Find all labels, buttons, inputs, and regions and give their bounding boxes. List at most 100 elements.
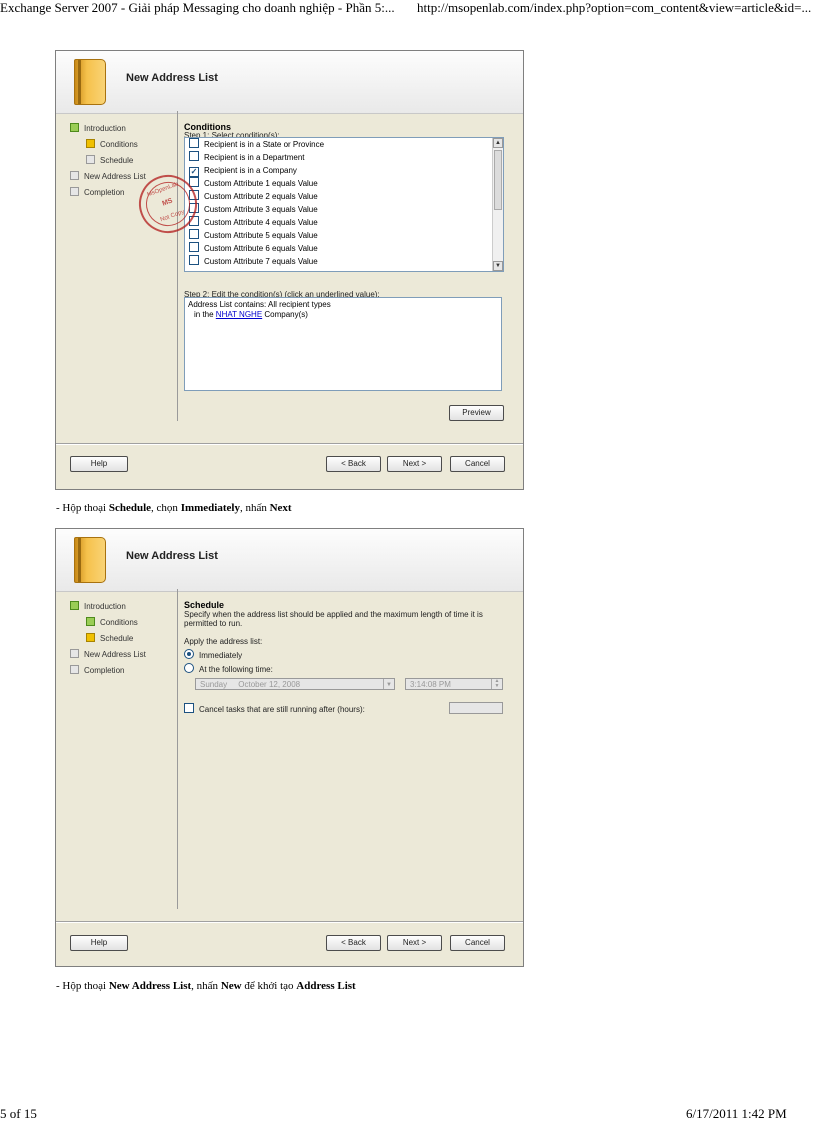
step-current-icon <box>86 633 95 642</box>
caption-bold: Next <box>269 502 292 514</box>
help-button[interactable]: Help <box>70 456 128 472</box>
wizard-dialog-schedule: New Address List Introduction Conditions… <box>55 528 524 967</box>
condition-item[interactable]: Custom Attribute 6 equals Value <box>185 242 503 255</box>
back-button[interactable]: < Back <box>326 935 381 951</box>
caption-bold: New <box>220 980 242 992</box>
step-label: New Address List <box>84 650 146 659</box>
wizard-separator <box>177 589 178 909</box>
edit-text: Company(s) <box>262 310 308 319</box>
condition-item[interactable]: Recipient is in a Department <box>185 151 503 164</box>
condition-list[interactable]: Recipient is in a State or Province Recip… <box>184 137 504 272</box>
step-new-address-list: New Address List <box>70 649 146 659</box>
condition-label: Custom Attribute 5 equals Value <box>204 231 318 240</box>
time-picker[interactable]: 3:14:08 PM ▲ ▼ <box>405 678 503 690</box>
wizard-dialog-conditions: New Address List Introduction Conditions… <box>55 50 524 490</box>
step-label: Completion <box>84 666 125 675</box>
step-pending-icon <box>70 649 79 658</box>
scroll-thumb[interactable] <box>494 150 502 210</box>
cancel-tasks-checkbox[interactable]: Cancel tasks that are still running afte… <box>184 703 365 714</box>
step-label: Introduction <box>84 602 126 611</box>
condition-item[interactable]: Recipient is in a State or Province <box>185 138 503 151</box>
wizard-banner: New Address List <box>56 529 523 592</box>
caption-text: - Hộp thoại <box>56 502 109 514</box>
step-label: Schedule <box>100 156 134 165</box>
wizard-banner: New Address List <box>56 51 523 114</box>
preview-button[interactable]: Preview <box>449 405 504 421</box>
condition-item[interactable]: Custom Attribute 5 equals Value <box>185 229 503 242</box>
condition-item[interactable]: Custom Attribute 1 equals Value <box>185 177 503 190</box>
scroll-up-icon[interactable]: ▲ <box>493 138 503 148</box>
step-completion: Completion <box>70 665 124 675</box>
caption-text: - Hộp thoại <box>56 980 109 992</box>
condition-item[interactable]: ✓ Recipient is in a Company <box>185 164 503 177</box>
step-conditions: Conditions <box>86 617 138 627</box>
section-title: Schedule <box>184 600 225 610</box>
edit-line-2: in the NHAT NGHE Company(s) <box>188 310 498 320</box>
condition-label: Recipient is in a Company <box>204 166 297 175</box>
radio-selected-icon[interactable] <box>184 649 194 659</box>
condition-item[interactable]: Custom Attribute 7 equals Value <box>185 255 503 268</box>
condition-items: Recipient is in a State or Province Recip… <box>185 138 503 268</box>
condition-label: Custom Attribute 4 equals Value <box>204 218 318 227</box>
caption-text: , nhấn <box>239 502 270 514</box>
stamp-text: MS <box>161 197 174 208</box>
step-label: Introduction <box>84 124 126 133</box>
print-timestamp: 6/17/2011 1:42 PM <box>686 1106 787 1121</box>
cancel-button[interactable]: Cancel <box>450 456 505 472</box>
step-complete-icon <box>70 601 79 610</box>
step-completion: Completion <box>70 187 124 197</box>
button-bar-separator <box>56 443 523 445</box>
step-label: Completion <box>84 188 125 197</box>
condition-label: Custom Attribute 6 equals Value <box>204 244 318 253</box>
caption-bold: Immediately <box>180 502 240 514</box>
condition-item[interactable]: Custom Attribute 2 equals Value <box>185 190 503 203</box>
caption-bold: New Address List <box>108 980 192 992</box>
condition-label: Custom Attribute 2 equals Value <box>204 192 318 201</box>
checkbox-label: Cancel tasks that are still running afte… <box>199 705 365 714</box>
condition-label: Recipient is in a State or Province <box>204 140 325 149</box>
back-button[interactable]: < Back <box>326 456 381 472</box>
step-label: Conditions <box>100 140 138 149</box>
time-text: 3:14:08 PM <box>410 680 451 689</box>
condition-list-scrollbar[interactable]: ▲ ▼ <box>492 138 503 271</box>
date-picker[interactable]: Sunday October 12, 2008 ▼ <box>195 678 395 690</box>
checkbox-icon[interactable] <box>189 138 199 148</box>
radio-following-time[interactable]: At the following time: <box>184 663 273 674</box>
cancel-button[interactable]: Cancel <box>450 935 505 951</box>
checkbox-icon[interactable] <box>189 151 199 161</box>
condition-item[interactable]: Custom Attribute 4 equals Value <box>185 216 503 229</box>
spinner-icon[interactable]: ▲ ▼ <box>491 679 502 689</box>
help-button[interactable]: Help <box>70 935 128 951</box>
caption-text: , chọn <box>151 502 181 514</box>
step-pending-icon <box>70 665 79 674</box>
dropdown-arrow-icon[interactable]: ▼ <box>383 679 394 689</box>
checkbox-icon[interactable] <box>189 255 199 265</box>
hours-input[interactable] <box>449 702 503 714</box>
address-book-icon <box>74 537 106 583</box>
button-bar-separator <box>56 921 523 923</box>
condition-item[interactable]: Custom Attribute 3 equals Value <box>185 203 503 216</box>
step-label: Conditions <box>100 618 138 627</box>
next-button[interactable]: Next > <box>387 456 442 472</box>
radio-immediately[interactable]: Immediately <box>184 649 242 660</box>
condition-label: Recipient is in a Department <box>204 153 305 162</box>
company-value-link[interactable]: NHAT NGHE <box>216 310 262 319</box>
step-pending-icon <box>86 155 95 164</box>
date-day: Sunday <box>200 680 228 689</box>
next-button[interactable]: Next > <box>387 935 442 951</box>
page-number: 5 of 15 <box>0 1106 37 1121</box>
checkbox-checked-icon[interactable]: ✓ <box>189 167 199 177</box>
caption-text: để khởi tạo <box>241 980 297 992</box>
step-introduction: Introduction <box>70 601 126 611</box>
checkbox-icon[interactable] <box>184 703 194 713</box>
schedule-description: Specify when the address list should be … <box>184 610 483 628</box>
radio-unselected-icon[interactable] <box>184 663 194 673</box>
step-pending-icon <box>70 171 79 180</box>
step-label: Schedule <box>100 634 134 643</box>
checkbox-icon[interactable] <box>189 229 199 239</box>
step-pending-icon <box>70 187 79 196</box>
checkbox-icon[interactable] <box>189 242 199 252</box>
scroll-down-icon[interactable]: ▼ <box>493 261 503 271</box>
step-introduction: Introduction <box>70 123 126 133</box>
caption-bold: Address List <box>296 980 356 992</box>
